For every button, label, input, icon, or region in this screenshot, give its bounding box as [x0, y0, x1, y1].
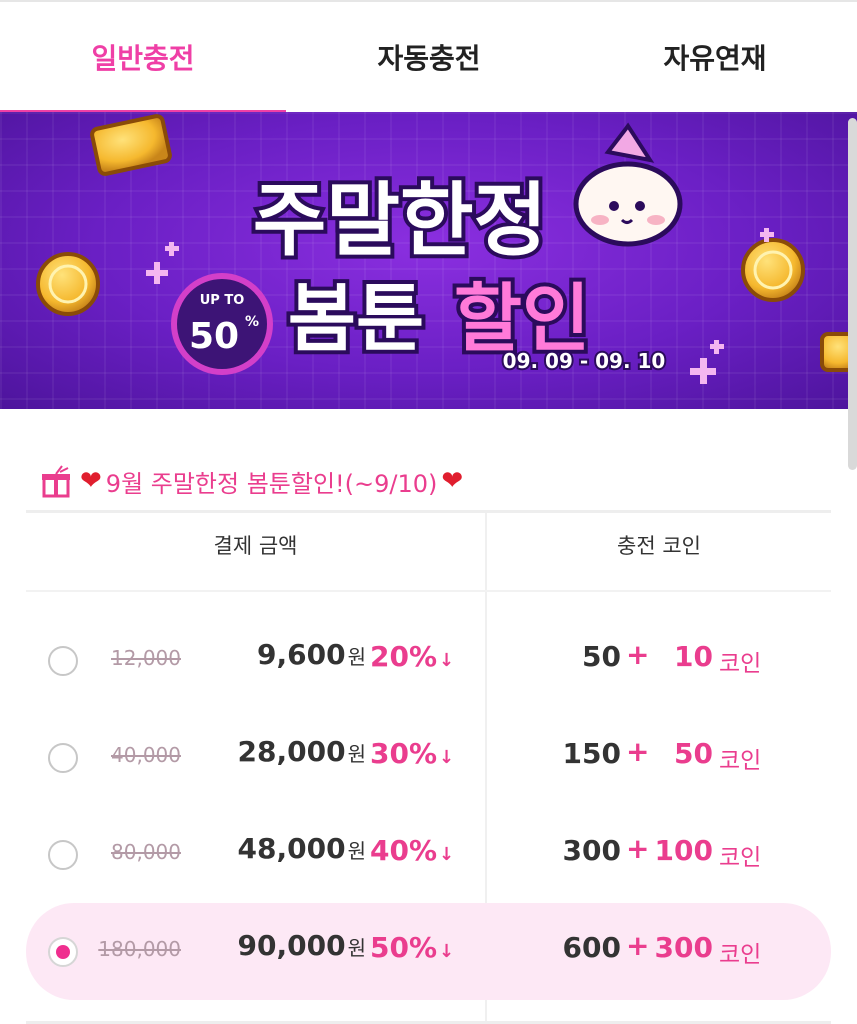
charge-option-row[interactable]: 40,000 28,000 원 30% ↓ 150 + 50 코인	[26, 709, 831, 806]
coin-icon	[90, 114, 172, 176]
promo-banner[interactable]: UP TO 50 % 주말한정 봄툰 할인 09. 09 - 09. 10	[0, 112, 857, 409]
sale-price: 9,600 원	[257, 638, 366, 671]
bonus-coins: 50	[674, 737, 713, 770]
coin-unit: 코인	[719, 651, 762, 677]
radio-button-selected[interactable]	[48, 937, 78, 967]
base-coins: 150	[562, 737, 621, 770]
radio-button[interactable]	[48, 646, 78, 676]
plus-sign: +	[626, 735, 650, 768]
plus-sign: +	[626, 929, 650, 962]
bonus-coins: 10	[674, 640, 713, 673]
discount-rate: 20% ↓	[370, 640, 455, 673]
heart-icon: ❤	[80, 466, 102, 496]
promo-text: 9월 주말한정 봄툰할인!(~9/10)	[105, 469, 438, 498]
banner-title-line1: 주말한정	[253, 174, 547, 267]
svg-text:%: %	[245, 314, 259, 330]
sale-price: 48,000 원	[237, 832, 366, 865]
bonus-coins: 100	[654, 834, 713, 867]
column-header-payment: 결제 금액	[213, 534, 298, 558]
gift-icon	[42, 465, 70, 498]
coin-unit: 코인	[719, 845, 762, 871]
promo-header: ❤ 9월 주말한정 봄툰할인!(~9/10) ❤	[40, 455, 820, 507]
banner-title-line2a: 봄툰	[288, 276, 424, 362]
plus-sign: +	[626, 638, 650, 671]
charge-option-row-selected[interactable]: 180,000 90,000 원 50% ↓ 600 + 300 코인	[26, 903, 831, 1000]
svg-text:50: 50	[189, 316, 239, 357]
original-price: 80,000	[111, 840, 181, 864]
svg-text:UP TO: UP TO	[200, 293, 245, 308]
base-coins: 300	[562, 834, 621, 867]
coin-unit: 코인	[719, 942, 762, 968]
original-price: 180,000	[98, 937, 181, 961]
banner-dates: 09. 09 - 09. 10	[503, 349, 666, 373]
plus-sign: +	[626, 832, 650, 865]
heart-icon: ❤	[441, 466, 464, 496]
original-price: 12,000	[111, 646, 181, 670]
original-price: 40,000	[111, 743, 181, 767]
sale-price: 90,000 원	[237, 929, 366, 962]
tab-free-serial[interactable]: 자유연재	[572, 2, 857, 112]
bonus-coins: 300	[654, 931, 713, 964]
discount-rate: 40% ↓	[370, 834, 455, 867]
tab-regular-charge[interactable]: 일반충전	[0, 2, 286, 112]
coin-icon	[36, 252, 100, 316]
base-coins: 50	[582, 640, 621, 673]
column-header-coins: 충전 코인	[617, 534, 701, 558]
radio-button[interactable]	[48, 840, 78, 870]
discount-badge: UP TO 50 %	[171, 273, 273, 375]
sale-price: 28,000 원	[237, 735, 366, 768]
coin-icon	[741, 238, 805, 302]
discount-rate: 30% ↓	[370, 737, 455, 770]
radio-button[interactable]	[48, 743, 78, 773]
header-divider	[26, 590, 831, 592]
table-top-border	[26, 510, 831, 513]
charge-tabs: 일반충전 자동충전 자유연재	[0, 0, 857, 114]
coin-unit: 코인	[719, 748, 762, 774]
discount-rate: 50% ↓	[370, 931, 455, 964]
mascot-icon	[573, 122, 683, 247]
base-coins: 600	[562, 931, 621, 964]
charge-option-row[interactable]: 12,000 9,600 원 20% ↓ 50 + 10 코인	[26, 612, 831, 709]
scrollbar[interactable]	[848, 118, 857, 470]
tab-auto-charge[interactable]: 자동충전	[286, 2, 572, 112]
charge-option-row[interactable]: 80,000 48,000 원 40% ↓ 300 + 100 코인	[26, 806, 831, 903]
